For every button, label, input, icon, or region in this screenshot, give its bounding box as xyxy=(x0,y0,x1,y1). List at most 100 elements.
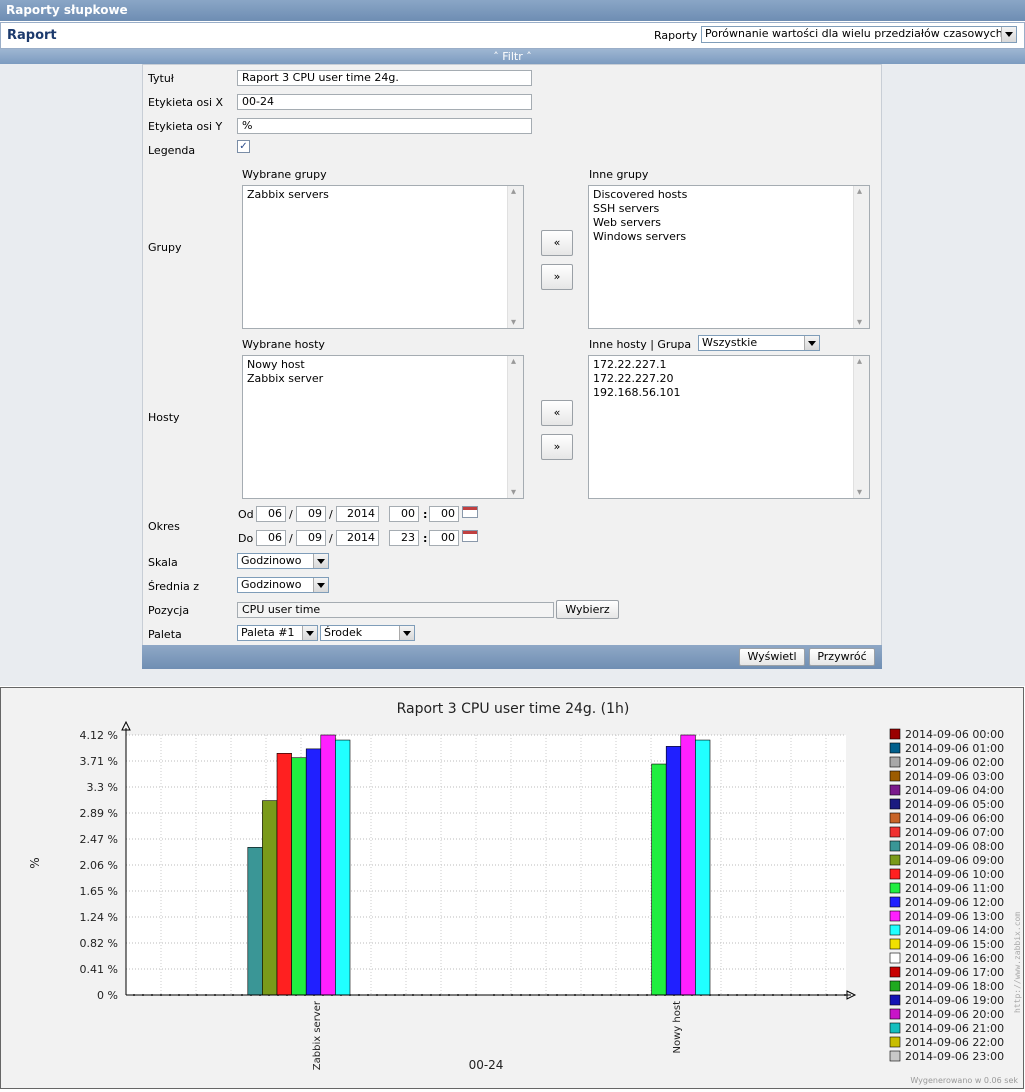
list-item[interactable]: Nowy host xyxy=(247,358,519,372)
add-host-button[interactable]: » xyxy=(541,434,573,460)
calendar-icon[interactable] xyxy=(462,506,478,518)
legend-entry: 2014-09-06 04:00 xyxy=(905,784,1004,797)
from-minute-input[interactable]: 00 xyxy=(429,506,459,522)
from-minute-value: 00 xyxy=(441,507,455,520)
legend-swatch xyxy=(889,882,901,894)
period-label: Okres xyxy=(148,520,180,533)
list-scrollbar[interactable] xyxy=(507,356,523,498)
selected-groups-list[interactable]: Zabbix servers xyxy=(242,185,524,329)
selected-hosts-list[interactable]: Nowy host Zabbix server xyxy=(242,355,524,499)
legend-swatch xyxy=(889,1036,901,1048)
list-item[interactable]: SSH servers xyxy=(593,202,865,216)
to-day-input[interactable]: 06 xyxy=(256,530,286,546)
to-minute-input[interactable]: 00 xyxy=(429,530,459,546)
add-group-button[interactable]: » xyxy=(541,264,573,290)
legend-entry: 2014-09-06 07:00 xyxy=(905,826,1004,839)
palette-type-select[interactable]: Środek xyxy=(320,625,415,641)
list-scrollbar[interactable] xyxy=(853,186,869,328)
bar xyxy=(335,739,351,996)
y-tick-label: 1.65 % xyxy=(80,885,118,898)
palette-label: Paleta xyxy=(148,628,182,641)
list-scrollbar[interactable] xyxy=(853,356,869,498)
y-tick-label: 2.06 % xyxy=(80,859,118,872)
to-month-input[interactable]: 09 xyxy=(296,530,326,546)
report-type-select[interactable]: Porównanie wartości dla wielu przedziałó… xyxy=(701,26,1017,43)
selected-groups-title: Wybrane grupy xyxy=(242,168,327,181)
list-item[interactable]: Web servers xyxy=(593,216,865,230)
select-item-button[interactable]: Wybierz xyxy=(556,600,619,619)
legend-entry: 2014-09-06 01:00 xyxy=(905,742,1004,755)
from-hour-input[interactable]: 00 xyxy=(389,506,419,522)
legend-entry: 2014-09-06 23:00 xyxy=(905,1050,1004,1063)
title-label: Tytuł xyxy=(148,72,174,85)
xlabel-input[interactable]: 00-24 xyxy=(237,94,532,110)
list-item[interactable]: 172.22.227.1 xyxy=(593,358,865,372)
list-item[interactable]: Zabbix server xyxy=(247,372,519,386)
to-hour-input[interactable]: 23 xyxy=(389,530,419,546)
ylabel-input-value: % xyxy=(242,119,253,132)
remove-host-button[interactable]: « xyxy=(541,400,573,426)
list-item[interactable]: Discovered hosts xyxy=(593,188,865,202)
list-scrollbar[interactable] xyxy=(507,186,523,328)
average-select[interactable]: Godzinowo xyxy=(237,577,329,593)
ylabel-input[interactable]: % xyxy=(237,118,532,134)
report-title: Raport xyxy=(7,28,57,43)
legend-swatch xyxy=(889,840,901,852)
bar xyxy=(247,847,263,996)
legend-entry: 2014-09-06 09:00 xyxy=(905,854,1004,867)
list-item[interactable]: 192.168.56.101 xyxy=(593,386,865,400)
y-tick-label: 0 % xyxy=(97,989,118,1002)
page-title: Raporty słupkowe xyxy=(6,3,128,17)
palette-select[interactable]: Paleta #1 xyxy=(237,625,318,641)
date-separator: / xyxy=(329,532,333,545)
report-bar: Raport Raporty Porównanie wartości dla w… xyxy=(0,22,1025,49)
title-input[interactable]: Raport 3 CPU user time 24g. xyxy=(237,70,532,86)
y-axis-label: % xyxy=(28,857,42,868)
other-groups-list[interactable]: Discovered hosts SSH servers Web servers… xyxy=(588,185,870,329)
other-hosts-list[interactable]: 172.22.227.1 172.22.227.20 192.168.56.10… xyxy=(588,355,870,499)
ylabel-label: Etykieta osi Y xyxy=(148,120,223,133)
legend-swatch xyxy=(889,952,901,964)
from-year-input[interactable]: 2014 xyxy=(336,506,379,522)
legend-checkbox[interactable]: ✓ xyxy=(237,140,250,153)
watermark-text: http://www.zabbix.com xyxy=(1013,912,1022,1013)
list-item[interactable]: Zabbix servers xyxy=(247,188,519,202)
palette-type-value: Środek xyxy=(324,626,363,639)
to-label: Do xyxy=(238,532,254,545)
legend-entry: 2014-09-06 22:00 xyxy=(905,1036,1004,1049)
other-groups-title: Inne grupy xyxy=(589,168,649,181)
xlabel-input-value: 00-24 xyxy=(242,95,274,108)
from-hour-value: 00 xyxy=(401,507,415,520)
list-item[interactable]: Windows servers xyxy=(593,230,865,244)
from-day-value: 06 xyxy=(268,507,282,520)
report-select-label: Raporty xyxy=(654,29,698,42)
from-year-value: 2014 xyxy=(347,507,375,520)
time-separator: : xyxy=(423,508,428,521)
item-input[interactable]: CPU user time xyxy=(237,602,554,618)
legend-entry: 2014-09-06 05:00 xyxy=(905,798,1004,811)
calendar-icon[interactable] xyxy=(462,530,478,542)
chevron-down-icon xyxy=(313,554,328,568)
list-item[interactable]: 172.22.227.20 xyxy=(593,372,865,386)
legend-swatch xyxy=(889,868,901,880)
from-day-input[interactable]: 06 xyxy=(256,506,286,522)
from-month-value: 09 xyxy=(308,507,322,520)
legend-swatch xyxy=(889,1050,901,1062)
legend-swatch xyxy=(889,854,901,866)
filter-form: Tytuł Raport 3 CPU user time 24g. Etykie… xyxy=(142,64,882,669)
x-axis-label: 00-24 xyxy=(469,1058,504,1072)
filter-toggle[interactable]: ˄ Filtr ˄ xyxy=(0,49,1025,64)
groups-label: Grupy xyxy=(148,241,182,254)
other-hosts-group-select[interactable]: Wszystkie xyxy=(698,335,820,351)
chevron-down-icon xyxy=(399,626,414,640)
show-button[interactable]: Wyświetl xyxy=(739,648,805,666)
chevron-down-icon xyxy=(313,578,328,592)
from-month-input[interactable]: 09 xyxy=(296,506,326,522)
y-tick-label: 2.89 % xyxy=(80,807,118,820)
scale-select[interactable]: Godzinowo xyxy=(237,553,329,569)
palette-select-value: Paleta #1 xyxy=(241,626,295,639)
to-year-input[interactable]: 2014 xyxy=(336,530,379,546)
y-tick-label: 0.41 % xyxy=(80,963,118,976)
reset-button[interactable]: Przywróć xyxy=(809,648,875,666)
remove-group-button[interactable]: « xyxy=(541,230,573,256)
